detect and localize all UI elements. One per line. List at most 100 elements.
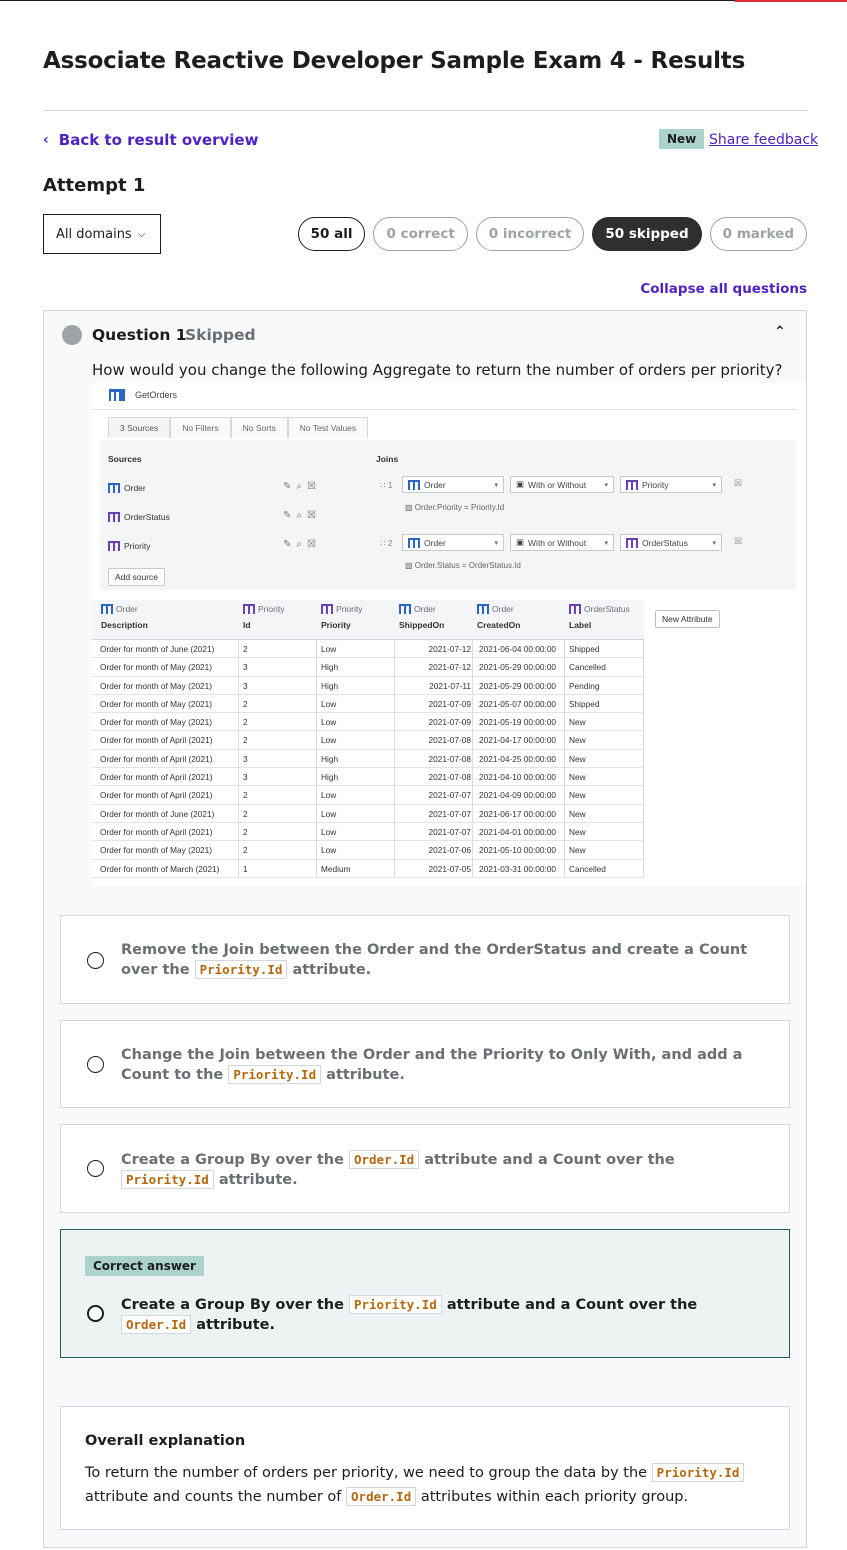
table-row: Order for month of June (2021) 2 Low 2021-0… <box>92 640 644 659</box>
entity-icon <box>626 537 638 548</box>
table-cell: Order for month of May (2021) <box>100 717 213 728</box>
share-feedback-link[interactable]: Share feedback <box>709 132 818 148</box>
collapse-all-link[interactable]: Collapse all questions <box>640 281 807 297</box>
join-left-select: Order ▾ <box>402 476 504 493</box>
table-cell: 2021-07-07 <box>428 808 471 819</box>
table-cell: High <box>321 680 339 691</box>
skipped-status-icon <box>62 325 82 345</box>
entity-icon <box>243 604 255 614</box>
table-cell: New <box>569 735 586 746</box>
answer-option-3[interactable]: Create a Group By over the Order.Id attr… <box>60 1124 790 1213</box>
entity-icon <box>108 541 120 551</box>
entity-icon <box>477 604 489 614</box>
answer-radio[interactable] <box>87 1056 104 1073</box>
column-header: OrderStatus Label <box>569 604 630 630</box>
table-cell: New <box>569 845 586 856</box>
column-divider <box>394 640 395 878</box>
table-cell: Order for month of May (2021) <box>100 845 213 856</box>
table-cell: 2021-04-10 00:00:00 <box>479 772 557 783</box>
tab-filters: No Filters <box>170 417 231 438</box>
chevron-up-icon[interactable]: ⌃ <box>774 324 786 340</box>
progress-accent <box>735 0 847 2</box>
table-cell: Cancelled <box>569 863 606 874</box>
table-cell: New <box>569 753 586 764</box>
answer-text: Create a Group By over the Priority.Id a… <box>121 1295 698 1334</box>
source-label: Order <box>124 483 146 493</box>
answer-radio[interactable] <box>87 1160 104 1177</box>
correct-answer-badge: Correct answer <box>85 1256 204 1276</box>
table-cell: 2021-06-17 00:00:00 <box>479 808 557 819</box>
question-status: Skipped <box>185 326 256 344</box>
answer-option-2[interactable]: Change the Join between the Order and th… <box>60 1020 790 1108</box>
entity-icon <box>569 604 581 614</box>
aggregate-name: GetOrders <box>135 390 178 400</box>
table-cell: Low <box>321 845 337 856</box>
table-cell: Order for month of April (2021) <box>100 735 213 746</box>
table-cell: New <box>569 790 586 801</box>
column-header: Priority Priority <box>321 604 363 630</box>
filter-incorrect[interactable]: 0 incorrect <box>475 217 585 251</box>
join-type-icon: ▣ <box>516 537 525 547</box>
table-cell: 2021-07-07 <box>428 826 471 837</box>
table-row: Order for month of March (2021) 1 Medium 20… <box>92 860 644 878</box>
table-cell: 2 <box>243 735 248 746</box>
explanation-text: To return the number of orders per prior… <box>85 1461 767 1509</box>
table-cell: Shipped <box>569 698 600 709</box>
chevron-down-icon: ⌵ <box>137 228 146 240</box>
table-cell: 2021-07-12 <box>428 644 471 654</box>
aggregate-title: GetOrders <box>109 389 177 401</box>
column-header: Order CreatedOn <box>477 604 521 630</box>
new-attribute-button: New Attribute <box>655 610 720 628</box>
table-cell: 2021-07-06 <box>428 845 471 856</box>
answer-option-4-correct[interactable]: Correct answer Create a Group By over th… <box>60 1229 790 1358</box>
filter-all[interactable]: 50 all <box>297 217 366 251</box>
table-row: Order for month of May (2021) 2 Low 2021-07… <box>92 695 644 714</box>
domain-filter-value: All domains <box>56 226 132 242</box>
table-row: Order for month of April (2021) 2 Low 2021-… <box>92 786 644 805</box>
column-divider <box>643 640 644 878</box>
source-orderstatus: OrderStatus <box>108 512 170 522</box>
join-condition: ▨ Order.Priority = Priority.Id <box>405 503 505 512</box>
table-cell: Order for month of May (2021) <box>100 662 213 673</box>
table-cell: Low <box>321 790 337 801</box>
table-cell: New <box>569 717 586 728</box>
table-cell: 2 <box>243 826 248 837</box>
answer-radio[interactable] <box>87 1305 104 1322</box>
back-to-overview-link[interactable]: ‹ Back to result overview <box>43 131 258 149</box>
entity-icon <box>626 479 638 490</box>
table-cell: 2021-07-08 <box>428 753 471 764</box>
table-cell: New <box>569 826 586 837</box>
filter-marked[interactable]: 0 marked <box>709 217 807 251</box>
top-border <box>0 0 847 1</box>
table-cell: 2021-07-09 <box>428 698 471 709</box>
table-cell: 3 <box>243 662 248 673</box>
filter-correct[interactable]: 0 correct <box>373 217 468 251</box>
answer-radio[interactable] <box>87 952 104 969</box>
table-cell: 2 <box>243 717 248 728</box>
join-right-select: Priority ▾ <box>620 476 722 493</box>
table-cell: 2021-04-09 00:00:00 <box>479 790 557 801</box>
table-cell: Low <box>321 808 337 819</box>
tab-test-values: No Test Values <box>287 417 369 438</box>
table-cell: Low <box>321 826 337 837</box>
answer-option-1[interactable]: Remove the Join between the Order and th… <box>60 915 790 1004</box>
table-row: Order for month of May (2021) 3 High 2021-0… <box>92 658 644 677</box>
answer-text: Create a Group By over the Order.Id attr… <box>121 1150 675 1189</box>
code-snippet: Priority.Id <box>194 960 288 979</box>
filter-skipped[interactable]: 50 skipped <box>592 217 702 251</box>
table-cell: New <box>569 808 586 819</box>
add-source-button: Add source <box>108 568 165 586</box>
table-cell: 2021-05-19 00:00:00 <box>479 717 557 728</box>
entity-icon <box>101 604 113 614</box>
back-link-label: Back to result overview <box>58 131 259 149</box>
question-number: Question 1 <box>92 326 187 344</box>
table-header <box>92 600 644 640</box>
domain-filter-select[interactable]: All domains ⌵ <box>43 214 161 254</box>
table-cell: Order for month of June (2021) <box>100 808 215 819</box>
code-snippet: Order.Id <box>348 1150 420 1169</box>
join-left-select: Order ▾ <box>402 534 504 551</box>
code-snippet: Priority.Id <box>651 1463 745 1482</box>
overall-explanation: Overall explanation To return the number… <box>60 1406 790 1530</box>
column-header: Order ShippedOn <box>399 604 445 630</box>
table-body: Order for month of June (2021) 2 Low 2021-0… <box>92 640 644 878</box>
